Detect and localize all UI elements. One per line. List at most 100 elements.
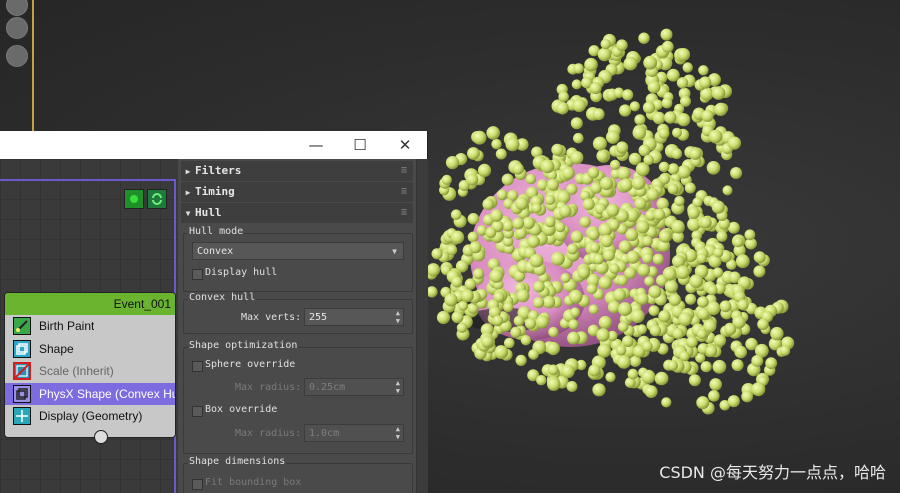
particle: [598, 315, 612, 330]
max-verts-spinner[interactable]: 255 ▲ ▼: [304, 308, 404, 326]
particle: [450, 209, 462, 220]
particle: [544, 194, 556, 205]
particle: [516, 289, 530, 303]
particle: [679, 351, 690, 362]
particle: [469, 241, 482, 254]
hull-mode-dropdown[interactable]: Convex ▼: [192, 242, 404, 260]
particle: [589, 82, 602, 95]
minimize-button[interactable]: —: [293, 131, 339, 159]
shape-icon: [13, 339, 31, 358]
filters-rollout-header[interactable]: ▶ Filters ≡: [181, 161, 413, 181]
particle: [664, 111, 677, 124]
particle: [698, 65, 709, 76]
green-dot-icon: [130, 195, 138, 203]
particle: [684, 182, 696, 194]
particle: [687, 206, 700, 219]
shape-dimensions-group: Shape dimensions Fit bounding box: [183, 456, 413, 493]
spinner-arrows-icon[interactable]: ▲ ▼: [396, 309, 400, 325]
particle: [592, 108, 605, 121]
particle: [529, 253, 544, 268]
spinner-arrows-icon[interactable]: ▲ ▼: [396, 379, 400, 395]
close-button[interactable]: ✕: [382, 131, 428, 159]
particle: [466, 173, 479, 186]
particle-view-window: — ☐ ✕ Event_001 Birth Paint Shape Scale …: [0, 131, 428, 493]
particle: [618, 302, 632, 317]
event-output-socket[interactable]: [94, 430, 108, 444]
particle: [544, 216, 556, 228]
particle: [644, 385, 658, 398]
particle: [559, 205, 572, 218]
particle: [699, 76, 712, 89]
particle: [491, 138, 502, 150]
particle: [618, 240, 632, 253]
particle: [653, 208, 666, 221]
particle: [515, 354, 527, 366]
maximize-button[interactable]: ☐: [337, 131, 383, 159]
sphere-override-label: Sphere override: [205, 359, 296, 370]
minimize-icon: —: [308, 136, 324, 154]
particle: [658, 310, 671, 323]
particle: [547, 377, 561, 391]
timing-rollout-header[interactable]: ▶ Timing ≡: [181, 182, 413, 202]
operator-scale[interactable]: Scale (Inherit): [5, 360, 175, 383]
particle: [765, 357, 778, 370]
particle: [649, 324, 662, 337]
particle: [659, 173, 671, 185]
particle: [536, 375, 547, 386]
box-max-radius-spinner[interactable]: 1.0cm ▲ ▼: [304, 424, 404, 442]
particle: [727, 136, 742, 150]
event-node[interactable]: Event_001 Birth Paint Shape Scale (Inher…: [4, 292, 176, 444]
particle: [707, 284, 718, 296]
particle: [496, 189, 508, 201]
particle: [696, 396, 710, 410]
particle: [551, 251, 565, 266]
node-graph[interactable]: Event_001 Birth Paint Shape Scale (Inher…: [0, 159, 178, 493]
particle: [779, 345, 791, 357]
box-override-checkbox[interactable]: [192, 406, 203, 417]
particle: [688, 374, 701, 387]
particle: [677, 113, 691, 127]
particle: [588, 304, 599, 315]
spinner-arrows-icon[interactable]: ▲ ▼: [396, 425, 400, 441]
particle: [730, 167, 743, 179]
particle: [623, 56, 638, 71]
particle: [672, 127, 682, 138]
operator-birth-paint[interactable]: Birth Paint: [5, 315, 175, 338]
hull-rollout-header[interactable]: ▼ Hull ≡: [181, 203, 413, 223]
refresh-button[interactable]: [147, 189, 167, 209]
particle: [641, 369, 656, 384]
particle: [631, 176, 646, 190]
particle: [540, 159, 555, 174]
particle: [636, 220, 650, 234]
particle: [706, 301, 721, 316]
operator-physx-shape[interactable]: PhysX Shape (Convex Hull: [5, 382, 175, 405]
particle: [482, 198, 495, 211]
operator-display[interactable]: Display (Geometry): [5, 405, 175, 428]
particle: [589, 242, 601, 253]
sphere-max-radius-spinner[interactable]: 0.25cm ▲ ▼: [304, 378, 404, 396]
particle: [586, 283, 598, 295]
particle: [584, 57, 598, 72]
display-hull-checkbox[interactable]: [192, 269, 203, 280]
operator-shape[interactable]: Shape: [5, 338, 175, 361]
fit-bounding-box-checkbox[interactable]: [192, 479, 203, 490]
particle: [456, 322, 468, 333]
particle: [467, 213, 480, 225]
particle: [751, 382, 766, 397]
particle: [667, 360, 678, 371]
particle: [666, 68, 680, 82]
parameters-panel: ▶ Filters ≡ ▶ Timing ≡ ▼ Hull ≡ Hull mode C…: [178, 159, 416, 493]
panel-scrollbar[interactable]: [416, 159, 428, 493]
particle: [682, 62, 693, 73]
particle: [634, 114, 646, 126]
sphere-override-checkbox[interactable]: [192, 361, 203, 372]
particle: [616, 345, 627, 356]
particle: [592, 383, 606, 397]
grip-icon: ≡: [400, 207, 407, 218]
particle: [546, 341, 560, 356]
particle: [696, 253, 707, 264]
particle: [676, 265, 690, 280]
chevron-down-icon: ▼: [392, 247, 397, 256]
enable-toggle-button[interactable]: [124, 189, 144, 209]
event-title[interactable]: Event_001: [5, 293, 175, 315]
